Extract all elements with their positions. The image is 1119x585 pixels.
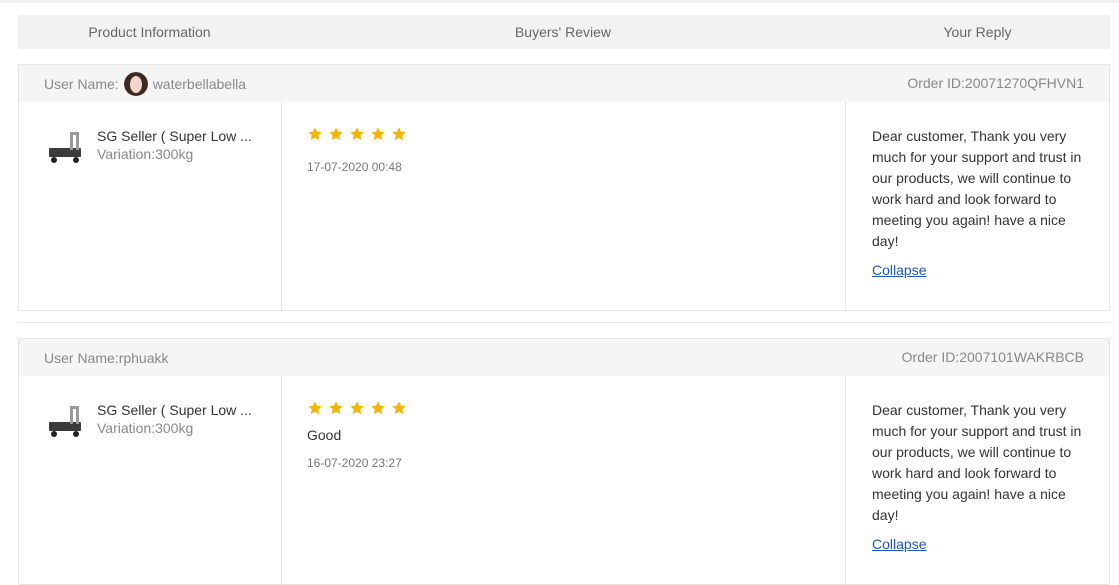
product-name[interactable]: SG Seller ( Super Low ...: [97, 128, 252, 144]
review-card: User Name: waterbellabella Order ID:2007…: [18, 64, 1110, 311]
collapse-link[interactable]: Collapse: [872, 534, 926, 555]
star-icon: [350, 401, 364, 415]
reply-cell: Dear customer, Thank you very much for y…: [846, 376, 1109, 584]
product-variation: Variation:300kg: [97, 420, 194, 436]
review-card: User Name: rphuakk Order ID:2007101WAKRBC…: [18, 338, 1110, 585]
collapse-link[interactable]: Collapse: [872, 260, 926, 281]
star-icon: [329, 401, 343, 415]
table-header: Product Information Buyers' Review Your …: [18, 15, 1110, 49]
product-name[interactable]: SG Seller ( Super Low ...: [97, 402, 252, 418]
reply-text: Dear customer, Thank you very much for y…: [872, 402, 1082, 523]
star-icon: [308, 401, 322, 415]
user-avatar: [123, 71, 148, 96]
buyer-info: User Name: waterbellabella: [44, 65, 246, 102]
star-icon: [371, 127, 385, 141]
product-cell: SG Seller ( Super Low ... Variation:300k…: [19, 376, 282, 584]
column-header-product: Product Information: [88, 24, 211, 40]
section-divider: [18, 322, 1110, 323]
review-card-body: SG Seller ( Super Low ... Variation:300k…: [19, 102, 1109, 310]
star-icon: [392, 127, 406, 141]
seller-reply: Dear customer, Thank you very much for y…: [872, 400, 1090, 555]
column-header-reply: Your Reply: [943, 24, 1012, 40]
review-cell: 17-07-2020 00:48: [282, 102, 846, 310]
review-card-header: User Name: waterbellabella Order ID:2007…: [19, 65, 1109, 102]
user-name-label: User Name:: [44, 349, 119, 366]
star-icon: [392, 401, 406, 415]
star-rating: [307, 400, 407, 416]
order-id-label: Order ID:: [907, 75, 965, 91]
review-cell: Good 16-07-2020 23:27: [282, 376, 846, 584]
review-card-header: User Name: rphuakk Order ID:2007101WAKRBC…: [19, 339, 1109, 376]
star-icon: [371, 401, 385, 415]
review-date: 17-07-2020 00:48: [307, 160, 402, 174]
review-comment: Good: [307, 427, 342, 443]
reply-cell: Dear customer, Thank you very much for y…: [846, 102, 1109, 310]
star-icon: [308, 127, 322, 141]
order-id-value[interactable]: 20071270QFHVN1: [965, 75, 1084, 91]
order-id: Order ID:20071270QFHVN1: [907, 65, 1084, 102]
column-header-review: Buyers' Review: [514, 24, 612, 40]
product-variation: Variation:300kg: [97, 146, 194, 162]
platform-trolley-icon[interactable]: [46, 404, 84, 440]
reply-text: Dear customer, Thank you very much for y…: [872, 128, 1082, 249]
review-date: 16-07-2020 23:27: [307, 456, 402, 470]
product-cell: SG Seller ( Super Low ... Variation:300k…: [19, 102, 282, 310]
order-id-label: Order ID:: [901, 349, 960, 365]
star-icon: [350, 127, 364, 141]
platform-trolley-icon[interactable]: [46, 130, 84, 166]
order-id: Order ID:2007101WAKRBCB: [902, 339, 1084, 376]
review-card-body: SG Seller ( Super Low ... Variation:300k…: [19, 376, 1109, 584]
user-name-label: User Name:: [44, 75, 119, 92]
star-icon: [329, 127, 343, 141]
user-name[interactable]: rphuakk: [119, 350, 169, 366]
user-name[interactable]: waterbellabella: [153, 76, 246, 92]
star-rating: [307, 126, 407, 142]
buyer-info: User Name: rphuakk: [44, 339, 169, 376]
top-divider: [0, 0, 1119, 3]
seller-reply: Dear customer, Thank you very much for y…: [872, 126, 1090, 281]
order-id-value[interactable]: 2007101WAKRBCB: [959, 349, 1084, 365]
